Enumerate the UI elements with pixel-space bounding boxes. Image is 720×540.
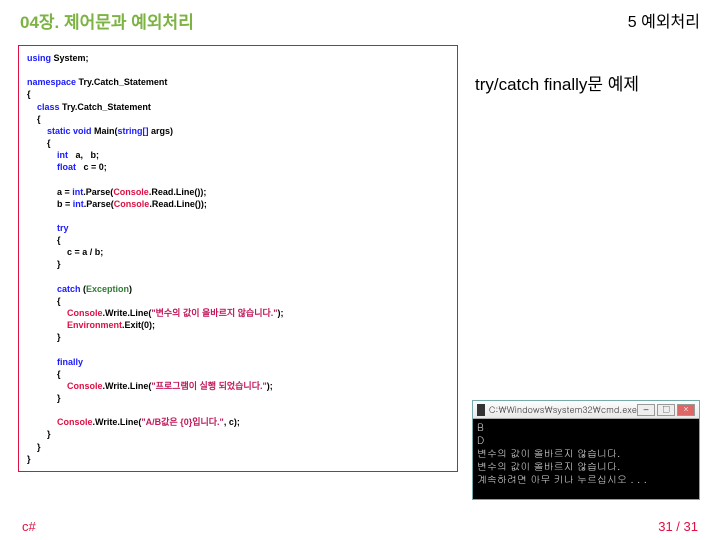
chapter-title: 04장. 제어문과 예외처리 [20, 8, 194, 33]
close-button[interactable]: × [677, 404, 695, 416]
section-title: 5 예외처리 [628, 8, 700, 33]
maximize-button[interactable]: □ [657, 404, 675, 416]
minimize-button[interactable]: ‒ [637, 404, 655, 416]
page-number: 31 / 31 [658, 519, 698, 534]
code-block: using System; namespace Try.Catch_Statem… [18, 45, 458, 472]
titlebar: C:\Windows\system32\cmd.exe ‒ □ × [473, 401, 699, 419]
console-window: C:\Windows\system32\cmd.exe ‒ □ × B D 변수… [472, 400, 700, 500]
window-title: C:\Windows\system32\cmd.exe [489, 403, 637, 416]
example-label: try/catch finally문 예제 [475, 70, 639, 95]
footer-language: c# [22, 519, 36, 534]
cmd-icon [477, 404, 485, 416]
console-output: B D 변수의 값이 올바르지 않습니다. 변수의 값이 올바르지 않습니다. … [473, 419, 699, 499]
